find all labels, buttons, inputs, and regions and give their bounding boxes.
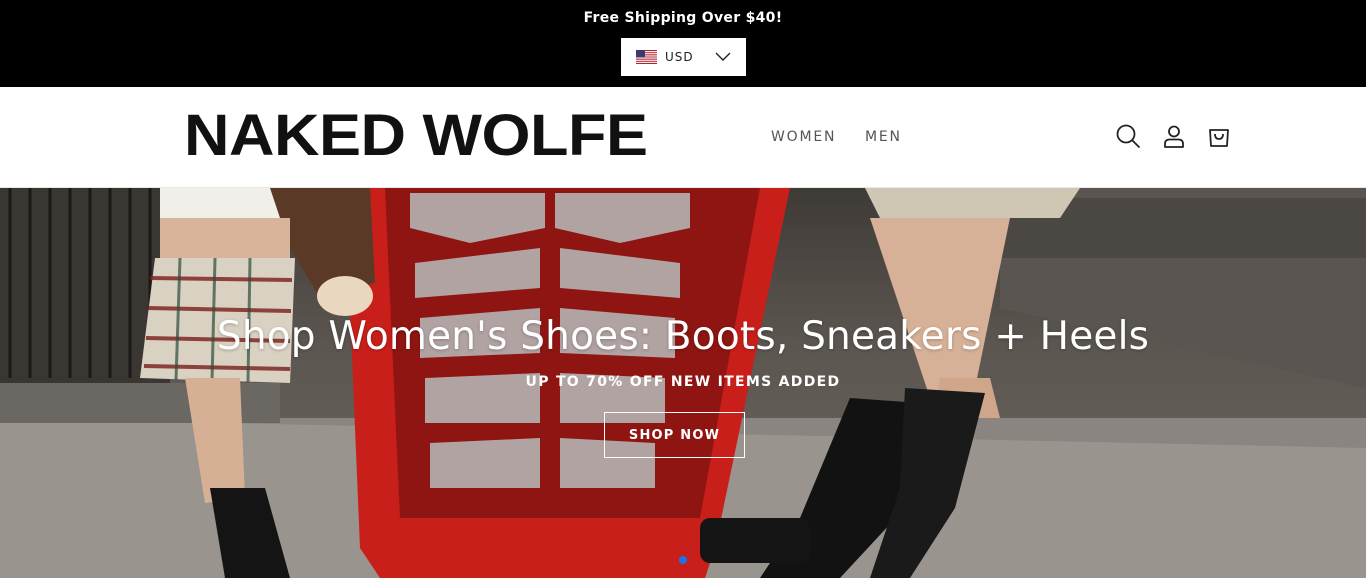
site-header: NAKED WOLFE WOMEN MEN xyxy=(0,87,1366,188)
currency-selector[interactable]: USD xyxy=(621,38,746,76)
nav-men[interactable]: MEN xyxy=(865,129,902,145)
announcement-text: Free Shipping Over $40! xyxy=(583,10,783,26)
search-icon[interactable] xyxy=(1115,123,1141,149)
currency-label: USD xyxy=(665,50,694,64)
slider-dot-active[interactable] xyxy=(679,556,687,564)
hero-title: Shop Women's Shoes: Boots, Sneakers + He… xyxy=(216,314,1150,359)
nav-women[interactable]: WOMEN xyxy=(771,129,836,145)
hero-banner[interactable]: Shop Women's Shoes: Boots, Sneakers + He… xyxy=(0,188,1366,578)
shop-now-button[interactable]: SHOP NOW xyxy=(604,412,745,458)
hero-subtitle: UP TO 70% OFF NEW ITEMS ADDED xyxy=(525,374,841,390)
chevron-down-icon xyxy=(715,52,731,61)
cart-icon[interactable] xyxy=(1206,123,1232,149)
account-icon[interactable] xyxy=(1161,123,1187,149)
brand-logo[interactable]: NAKED WOLFE xyxy=(184,105,648,166)
announcement-bar: Free Shipping Over $40! USD xyxy=(0,0,1366,87)
us-flag-icon xyxy=(636,50,657,64)
